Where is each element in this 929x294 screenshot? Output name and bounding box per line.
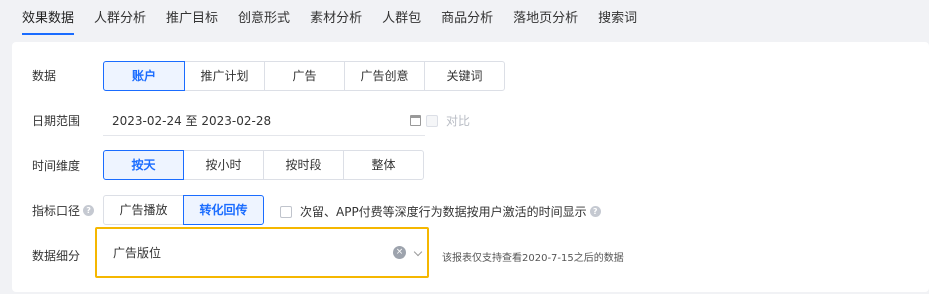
breakdown-label-text: 数据细分 [32, 248, 81, 263]
tab-search-terms[interactable]: 搜索词 [598, 0, 637, 37]
data-label-text: 数据 [32, 68, 57, 83]
top-tab-bar: 效果数据 人群分析 推广目标 创意形式 素材分析 人群包 商品分析 落地页分析 … [0, 0, 929, 40]
metric-basis-segment: 广告播放 转化回传 [103, 195, 264, 225]
tab-creative-format[interactable]: 创意形式 [238, 0, 290, 37]
filter-panel: 数据 账户 推广计划 广告 广告创意 关键词 日期范围 2023-02-24 至… [12, 42, 929, 292]
date-range-value: 2023-02-24 至 2023-02-28 [112, 114, 272, 128]
option-by-period[interactable]: 按时段 [263, 150, 344, 180]
help-icon[interactable]: ? [589, 206, 601, 217]
data-label: 数据 [32, 68, 57, 83]
activation-time-option: 次留、APP付费等深度行为数据按用户激活的时间显示 ? [280, 203, 601, 220]
option-account[interactable]: 账户 [103, 61, 185, 91]
breakdown-value: 广告版位 [113, 246, 162, 260]
option-by-hour[interactable]: 按小时 [183, 150, 264, 180]
date-range-label: 日期范围 [32, 113, 81, 128]
date-range-picker[interactable]: 2023-02-24 至 2023-02-28 [103, 106, 425, 136]
clear-icon[interactable]: × [393, 246, 406, 259]
tab-product-analysis[interactable]: 商品分析 [441, 0, 493, 37]
calendar-icon[interactable] [410, 115, 421, 126]
time-dimension-label: 时间维度 [32, 158, 81, 173]
data-level-segment: 账户 推广计划 广告 广告创意 关键词 [103, 61, 505, 91]
option-ad[interactable]: 广告 [264, 61, 345, 91]
time-dimension-label-text: 时间维度 [32, 158, 81, 173]
option-ad-playback[interactable]: 广告播放 [103, 195, 184, 225]
help-icon[interactable]: ? [83, 204, 95, 216]
option-keyword[interactable]: 关键词 [424, 61, 505, 91]
activation-time-checkbox[interactable] [280, 205, 292, 218]
date-range-label-text: 日期范围 [32, 113, 81, 128]
compare-label: 对比 [446, 114, 471, 128]
breakdown-select[interactable]: 广告版位 × [103, 235, 423, 271]
breakdown-highlight: 广告版位 × [95, 227, 429, 278]
metric-basis-label: 指标口径 ? [32, 203, 95, 218]
chevron-down-icon[interactable] [413, 247, 423, 257]
tab-audience-package[interactable]: 人群包 [382, 0, 421, 37]
tab-promotion-goal[interactable]: 推广目标 [166, 0, 218, 37]
option-overall[interactable]: 整体 [343, 150, 424, 180]
tab-landing-page-analysis[interactable]: 落地页分析 [513, 0, 578, 37]
metric-basis-label-text: 指标口径 [32, 203, 81, 218]
compare-checkbox[interactable] [426, 114, 438, 127]
option-by-day[interactable]: 按天 [103, 150, 184, 180]
option-conversion-callback[interactable]: 转化回传 [183, 195, 264, 225]
time-dimension-segment: 按天 按小时 按时段 整体 [103, 150, 424, 180]
compare-toggle: 对比 [426, 112, 470, 129]
tab-audience-analysis[interactable]: 人群分析 [94, 0, 146, 37]
activation-time-text: 次留、APP付费等深度行为数据按用户激活的时间显示 [300, 205, 587, 219]
option-campaign[interactable]: 推广计划 [184, 61, 265, 91]
breakdown-tip: 该报表仅支持查看2020-7-15之后的数据 [442, 253, 624, 264]
option-ad-creative[interactable]: 广告创意 [344, 61, 425, 91]
tab-material-analysis[interactable]: 素材分析 [310, 0, 362, 37]
breakdown-label: 数据细分 [32, 248, 81, 263]
tab-effect-data[interactable]: 效果数据 [22, 0, 75, 37]
